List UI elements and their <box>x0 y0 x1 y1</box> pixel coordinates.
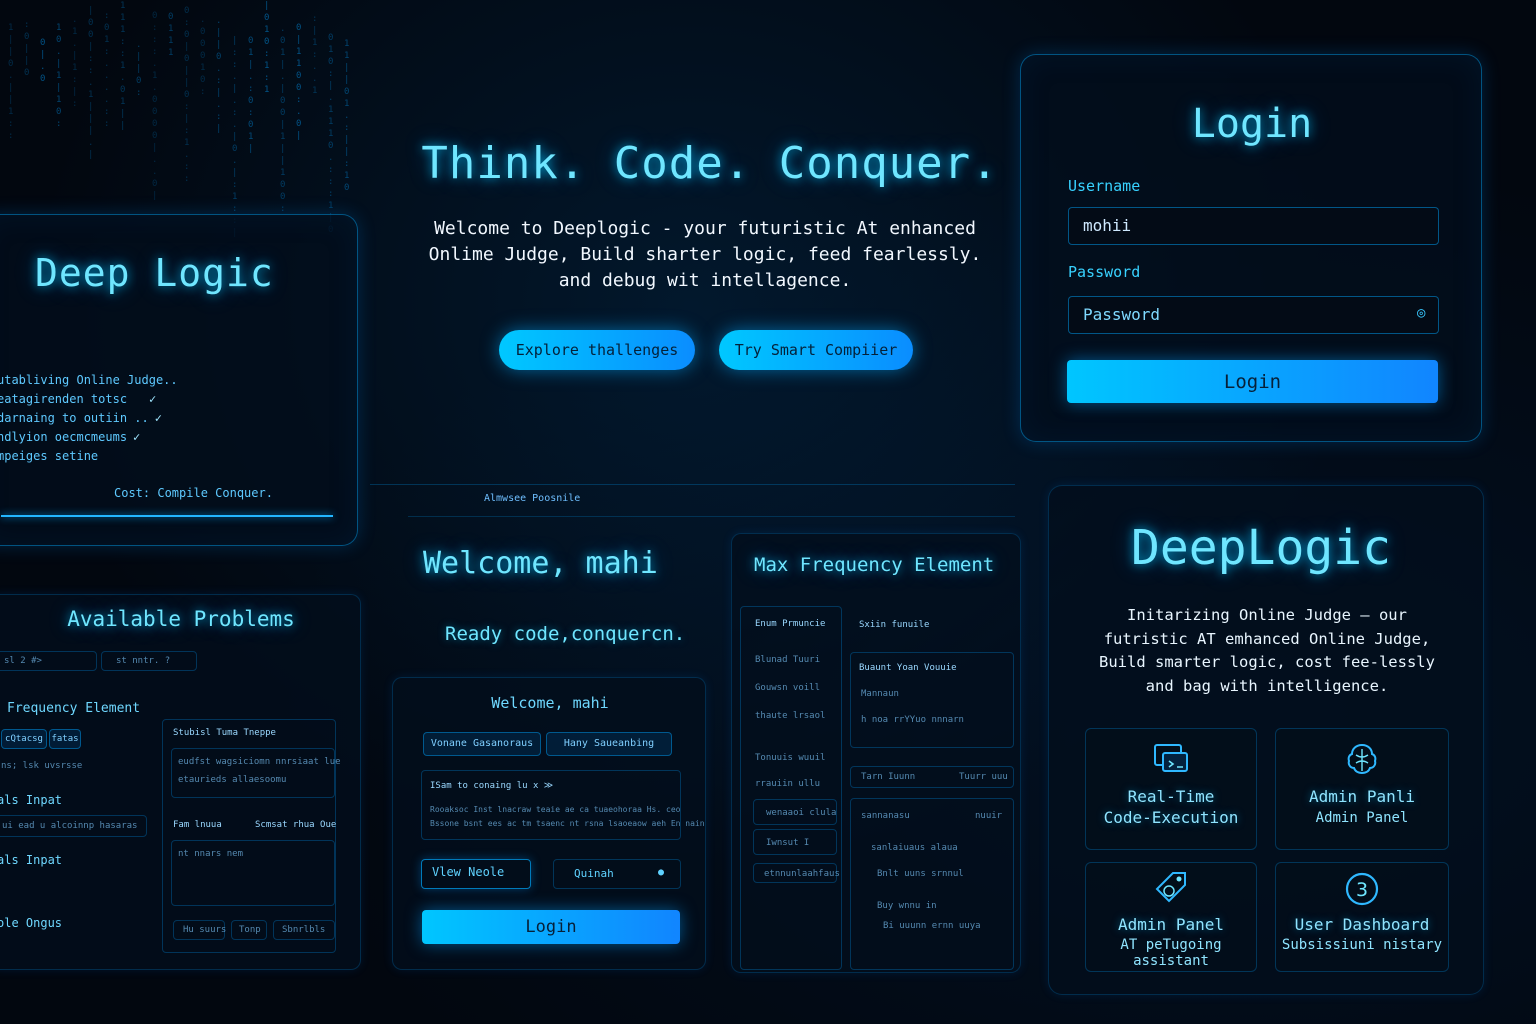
username-label: Username <box>1068 177 1141 195</box>
matrix-rain-column: . | | 0 : <box>136 40 142 98</box>
feature-card[interactable]: Admin Panli Admin Panel <box>1275 728 1449 850</box>
problem-item[interactable]: Frequency Element <box>7 701 140 716</box>
app-canvas: 1 | | 0 . | | 1 : : : 0 | | 0 0 | . 0 1 … <box>0 0 1536 1024</box>
dashboard-tab[interactable]: Vonane Gasanoraus <box>423 732 541 756</box>
log-line: darnaing to outiin .. ✓ <box>0 411 162 425</box>
welcome-heading: Welcome, mahi <box>423 546 658 581</box>
toggle-visibility-icon[interactable]: ◎ <box>1417 305 1425 321</box>
problem-sub-row: ui ead u alcoinnp hasaras <box>0 815 147 837</box>
brand-title: DeepLogic <box>1130 520 1392 576</box>
problem-detail-pane: Stubisl Tuma Tneppe eudfst wagsiciomn nn… <box>162 719 341 953</box>
problem-item[interactable]: als Inpat <box>0 793 62 807</box>
matrix-rain-column: : 0 1 : . . . . : : <box>104 11 110 129</box>
detail-action-button[interactable]: Sbnrlbls <box>273 920 335 940</box>
view-node-button[interactable]: Vlew Neole <box>421 859 531 889</box>
problem-list-pane: Enum Prmuncie Blunad Tuuri Gouwsn voill … <box>740 606 842 970</box>
explore-challenges-button[interactable]: Explore thallenges <box>499 330 695 370</box>
matrix-rain-column: 0 | 1 1 0 0 : . 0 | <box>296 23 302 141</box>
login-title: Login <box>1191 101 1313 147</box>
problem-view-card: Max Frequency Element Enum Prmuncie Blun… <box>731 533 1021 973</box>
matrix-rain-column: . 0 0 0 1 0 : <box>200 15 206 97</box>
matrix-rain-column: . | | 0 . : | . : | <box>216 16 222 134</box>
filter-select[interactable]: sl 2 #> <box>0 651 97 671</box>
matrix-rain-column: : | 1 : . . 1 <box>312 14 318 96</box>
try-smart-compiler-button[interactable]: Try Smart Compiier <box>719 330 913 370</box>
deeplogic-brand-card: DeepLogic Initarizing Online Judge – our… <box>1048 485 1484 995</box>
deep-logic-footer: Cost: Compile Conquer. <box>114 486 273 500</box>
deep-logic-title: Deep Logic <box>35 251 274 295</box>
problem-meta: ns; lsk uvsrsse <box>1 761 83 771</box>
dashboard-top-label: Almwsee Poosnile <box>484 493 581 504</box>
matrix-rain-column: 1 | | 0 . | | 1 : : <box>8 23 14 141</box>
username-input[interactable]: mohii <box>1068 207 1439 245</box>
monitor-code-icon <box>1154 744 1188 772</box>
matrix-rain-column: 1 1 1 : : 1 . 0 1 | | <box>120 1 126 131</box>
submission-pane: Buaunt Yoan Vouuie Mannaun h noa rrYYuo … <box>850 652 1014 748</box>
hero-title: Think. Code. Conquer. <box>421 138 999 189</box>
welcome-subtitle: Ready code,conquercn. <box>445 623 686 645</box>
available-problems-card: Available Problems sl 2 #> st nntr. ? Fr… <box>0 594 361 970</box>
problem-tag[interactable]: fatas <box>49 729 81 749</box>
matrix-rain-column: 0 : 0 | 0 | | 0 : | : 1 . : : <box>184 6 190 184</box>
matrix-rain-column: 0 | . 0 <box>40 38 46 84</box>
log-line: mpeiges setine <box>0 449 99 463</box>
filter-select[interactable]: st nntr. ? <box>101 651 197 671</box>
password-input[interactable]: Password <box>1068 296 1439 334</box>
hero-description: Welcome to Deeplogic - your futuristic A… <box>428 218 982 291</box>
check-icon: ✓ <box>149 392 157 406</box>
status-bar: Tarn Iuunn Tuurr uuu <box>850 766 1014 788</box>
divider <box>408 516 1015 517</box>
log-line: ndlyion oecmcmeums ✓ <box>0 430 141 444</box>
inner-dashboard-card: Welcome, mahi Vonane Gasanoraus Hany Sau… <box>392 677 706 970</box>
divider <box>370 484 1015 485</box>
matrix-rain-column: 0 1 | . : 0 : 0 1 | <box>248 36 254 154</box>
matrix-rain-column: | : : . | . : . | 0 . | : 1 : : | <box>232 36 238 238</box>
log-line: utabliving Online Judge.. <box>0 373 178 387</box>
problem-tag[interactable]: cQtacsg <box>1 729 47 749</box>
problem-view-title: Max Frequency Element <box>754 554 995 576</box>
matrix-rain-column: 1 0 . | 1 | 1 0 : <box>56 23 62 129</box>
svg-text:3: 3 <box>1356 879 1368 901</box>
feature-card[interactable]: Real-Time Code-Execution <box>1085 728 1257 850</box>
check-icon: ✓ <box>133 430 141 444</box>
matrix-rain-column: | 0 1 0 : 1 : 1 <box>264 1 270 95</box>
matrix-rain-column: 1 1 | | 0 1 . : | | : 1 0 <box>344 39 350 193</box>
output-pane: sannanasu nuuir sanlaiuaus alaua Bnlt uu… <box>850 798 1014 970</box>
login-submit-button[interactable]: Login <box>1067 360 1438 403</box>
log-line: eatagirenden totsc ✓ <box>0 392 157 406</box>
feature-card[interactable]: Admin Panel AT peTugoing assistant <box>1085 862 1257 972</box>
brain-icon <box>1347 743 1377 775</box>
deep-logic-card: Deep Logic utabliving Online Judge.. eat… <box>0 214 358 546</box>
matrix-rain-column: 0 1 1 1 <box>168 12 174 58</box>
matrix-rain-column: : 0 | | 0 <box>24 20 30 78</box>
brand-description: Initarizing Online Judge – our futristic… <box>1099 606 1435 695</box>
quinah-button[interactable]: Quinah ● <box>553 859 681 889</box>
matrix-rain-column: 0 : : : . 1 . 0 0 0 0 | . . 0 | <box>152 11 158 201</box>
matrix-rain-column: . 1 . | 1 : | : <box>72 15 78 109</box>
detail-action-button[interactable]: Hu suurs <box>173 920 226 940</box>
detail-text-area[interactable]: nt nnars nem <box>171 840 335 906</box>
login-card: Login Username mohii Password Password ◎… <box>1020 54 1482 442</box>
inner-welcome: Welcome, mahi <box>491 694 609 712</box>
problem-item[interactable]: ole Ongus <box>0 916 62 930</box>
matrix-rain-column: | 0 0 | : : . 1 | | | . | <box>88 6 94 160</box>
column-header: Sxiin funuile <box>859 620 930 630</box>
dashboard-login-button[interactable]: Login <box>422 910 680 944</box>
notice-box: ISam to conaing lu x ≫ Rooaksoc Inst lna… <box>421 770 705 840</box>
progress-underline <box>1 515 333 517</box>
feature-card[interactable]: 3 User Dashboard Subsissiuni nistary <box>1275 862 1449 972</box>
problems-title: Available Problems <box>67 607 295 631</box>
matrix-rain-column: 0 1 0 : | . 1 1 1 0 . : : : 1 | 0 <box>328 33 334 235</box>
check-icon: ✓ <box>154 411 162 425</box>
tag-icon <box>1155 872 1186 903</box>
matrix-rain-column: . 0 1 | . | 0 0 | 1 | | 1 0 0 : <box>280 24 286 214</box>
problem-item[interactable]: als Inpat <box>0 853 62 867</box>
number-three-icon: 3 <box>1345 872 1379 906</box>
dot-icon: ● <box>658 867 665 878</box>
password-label: Password <box>1068 263 1141 281</box>
detail-action-button[interactable]: Tonp <box>231 920 267 940</box>
dashboard-tab[interactable]: Hany Saueanbing <box>546 732 672 756</box>
